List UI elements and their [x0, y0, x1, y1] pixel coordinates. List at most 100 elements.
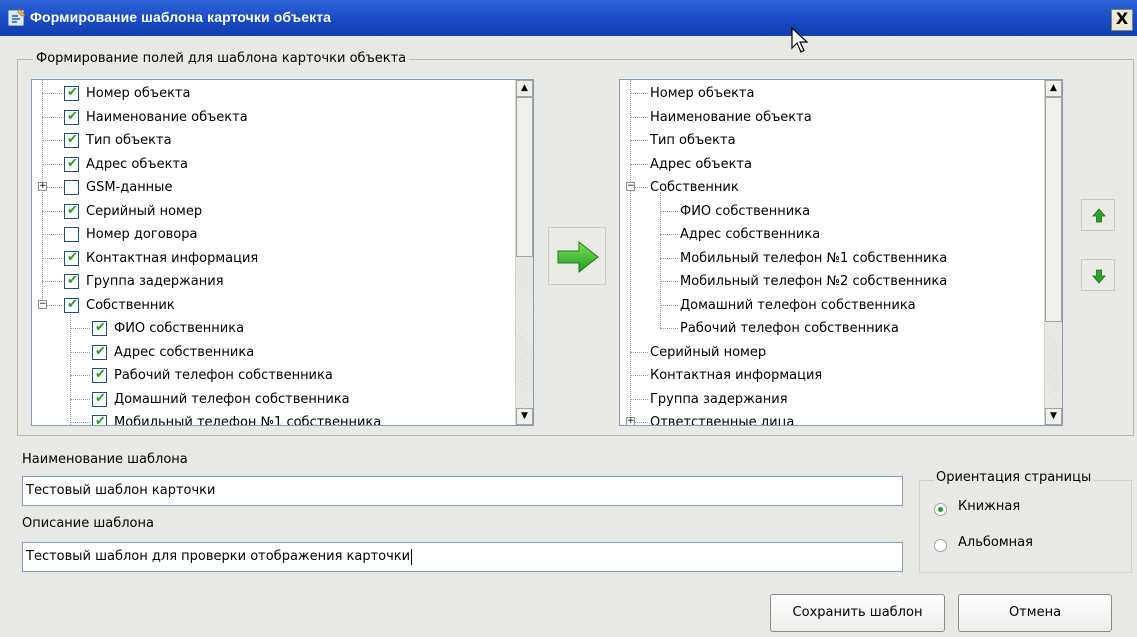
checkmark-icon: ✔: [67, 273, 78, 288]
arrow-up-icon: [1092, 208, 1106, 223]
tree-item-label: Ответственные лица: [650, 415, 795, 425]
tree-connector-line: [42, 281, 62, 282]
checkbox[interactable]: ✔: [64, 132, 79, 148]
scroll-thumb[interactable]: [516, 97, 533, 257]
mouse-cursor-icon: [791, 26, 809, 53]
collapse-icon[interactable]: −: [626, 182, 635, 191]
tree-item[interactable]: − Собственник: [620, 176, 1044, 199]
tree-connector-line: [630, 140, 648, 141]
checkbox[interactable]: ✔: [64, 85, 79, 101]
add-field-button[interactable]: [548, 227, 606, 285]
template-name-input[interactable]: Тестовый шаблон карточки: [22, 476, 903, 506]
tree-item-label: Адрес собственника: [680, 227, 821, 242]
tree-item[interactable]: − ✔ Собственник: [32, 294, 515, 317]
available-fields-tree[interactable]: ✔ Номер объекта ✔ Наименование объекта ✔ Тип …: [31, 79, 534, 426]
tree-item[interactable]: ✔ Адрес собственника: [32, 341, 515, 364]
tree-item[interactable]: + Ответственные лица: [620, 411, 1044, 425]
move-down-button[interactable]: [1081, 259, 1115, 291]
tree-item[interactable]: Наименование объекта: [620, 106, 1044, 129]
tree-connector-line: [630, 163, 648, 165]
tree-item[interactable]: Номер договора: [32, 223, 515, 246]
tree-item-label: Номер договора: [86, 227, 198, 242]
scroll-down-icon[interactable]: ▼: [1045, 408, 1062, 425]
checkbox[interactable]: ✔: [64, 109, 79, 125]
move-up-button[interactable]: [1081, 199, 1115, 231]
tree-item[interactable]: ✔ Группа задержания: [32, 270, 515, 293]
radio-portrait-label[interactable]: Книжная: [958, 499, 1020, 514]
title-bar[interactable]: Формирование шаблона карточки объекта X: [0, 0, 1137, 36]
expand-icon[interactable]: +: [38, 182, 47, 191]
tree-connector-line: [630, 116, 648, 118]
tree-item[interactable]: ✔ ФИО собственника: [32, 317, 515, 340]
arrow-down-icon: [1092, 269, 1106, 284]
orientation-title: Ориентация страницы: [934, 470, 1094, 485]
template-description-input[interactable]: Тестовый шаблон для проверки отображения…: [22, 542, 903, 572]
tree-item-label: Контактная информация: [86, 250, 259, 266]
tree-item[interactable]: Серийный номер: [620, 341, 1044, 364]
text-caret: [411, 548, 413, 565]
tree-connector-line: [70, 375, 90, 376]
checkbox[interactable]: ✔: [92, 344, 107, 360]
tree-item[interactable]: Адрес объекта: [620, 153, 1044, 176]
checkbox[interactable]: ✔: [64, 273, 79, 289]
scroll-up-icon[interactable]: ▲: [1045, 80, 1062, 97]
tree-item[interactable]: Тип объекта: [620, 129, 1044, 152]
radio-portrait[interactable]: [934, 503, 947, 516]
checkbox[interactable]: ✔: [92, 367, 107, 383]
checkbox[interactable]: ✔: [64, 156, 79, 172]
tree-connector-line: [660, 328, 678, 329]
tree-item-label: Домашний телефон собственника: [114, 391, 350, 407]
radio-landscape-label[interactable]: Альбомная: [958, 535, 1033, 550]
close-button[interactable]: X: [1111, 9, 1133, 31]
tree-item[interactable]: Мобильный телефон №1 собственника: [620, 247, 1044, 270]
scroll-thumb[interactable]: [1045, 97, 1062, 322]
checkbox[interactable]: ✔: [92, 391, 107, 407]
checkbox[interactable]: ✔: [64, 296, 79, 313]
radio-landscape[interactable]: [934, 539, 947, 552]
tree-item[interactable]: Группа задержания: [620, 388, 1044, 411]
tree-item[interactable]: ✔ Адрес объекта: [32, 153, 515, 176]
expand-icon[interactable]: +: [626, 417, 635, 425]
tree-item[interactable]: Номер объекта: [620, 82, 1044, 105]
tree-item[interactable]: Адрес собственника: [620, 223, 1044, 246]
tree-item[interactable]: Мобильный телефон №2 собственника: [620, 270, 1044, 293]
tree-item[interactable]: ✔ Номер объекта: [32, 82, 515, 105]
tree-item[interactable]: Рабочий телефон собственника: [620, 317, 1044, 340]
tree-connector-line: [660, 304, 678, 306]
tree-item[interactable]: ✔ Контактная информация: [32, 247, 515, 270]
tree-item-label: ФИО собственника: [114, 321, 245, 336]
tree-item[interactable]: ✔ Мобильный телефон №1 собственника: [32, 411, 515, 425]
tree-item-label: Серийный номер: [650, 344, 767, 360]
tree-item[interactable]: ✔ Рабочий телефон собственника: [32, 364, 515, 387]
tree-connector-line: [635, 422, 648, 423]
selected-fields-tree[interactable]: Номер объекта Наименование объекта Тип объ…: [619, 79, 1063, 426]
collapse-icon[interactable]: −: [38, 299, 47, 309]
tree-item[interactable]: ✔ Серийный номер: [32, 200, 515, 223]
checkmark-icon: ✔: [67, 296, 78, 312]
scroll-up-icon[interactable]: ▲: [516, 80, 533, 97]
tree-item-label: Тип объекта: [86, 133, 172, 148]
checkmark-icon: ✔: [67, 132, 78, 147]
checkbox[interactable]: ✔: [92, 414, 107, 425]
tree-item[interactable]: ✔ Тип объекта: [32, 129, 515, 152]
tree-connector-line: [42, 116, 62, 118]
checkbox[interactable]: ✔: [64, 203, 79, 219]
checkbox[interactable]: ✔: [92, 320, 107, 336]
cancel-button[interactable]: Отмена: [958, 594, 1112, 632]
left-scrollbar[interactable]: ▲ ▼: [515, 80, 533, 425]
tree-item[interactable]: + GSM-данные: [32, 176, 515, 199]
checkmark-icon: ✔: [67, 249, 78, 265]
tree-item[interactable]: ✔ Домашний телефон собственника: [32, 388, 515, 411]
right-scrollbar[interactable]: ▲ ▼: [1044, 80, 1062, 425]
checkbox[interactable]: [64, 180, 79, 195]
tree-item[interactable]: ✔ Наименование объекта: [32, 106, 515, 129]
tree-item[interactable]: Контактная информация: [620, 364, 1044, 387]
save-template-button[interactable]: Сохранить шаблон: [770, 594, 945, 632]
scroll-down-icon[interactable]: ▼: [516, 408, 533, 425]
checkbox[interactable]: [64, 227, 79, 242]
tree-item-label: Мобильный телефон №1 собственника: [114, 415, 382, 425]
tree-item[interactable]: Домашний телефон собственника: [620, 294, 1044, 317]
tree-item[interactable]: ФИО собственника: [620, 200, 1044, 223]
checkbox[interactable]: ✔: [64, 249, 79, 266]
tree-connector-line: [70, 422, 90, 423]
